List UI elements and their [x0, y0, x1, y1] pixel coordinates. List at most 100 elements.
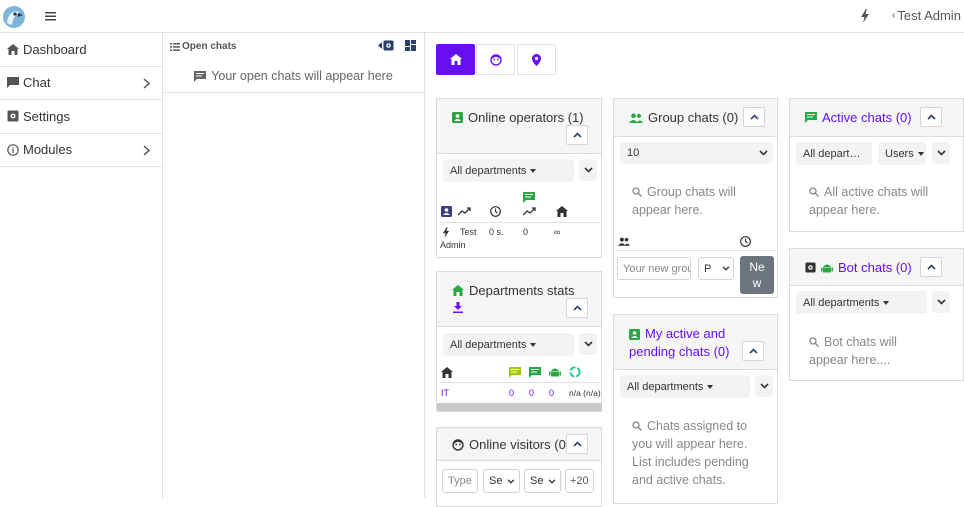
department-select-value: All departments	[627, 380, 704, 393]
department-name[interactable]: IT	[441, 388, 449, 398]
chat-lime-icon	[509, 367, 521, 378]
bolt-icon[interactable]	[860, 9, 870, 23]
bot-chats-title: Bot chats (0)	[838, 260, 912, 275]
menu-toggle-icon[interactable]	[44, 10, 58, 22]
horizontal-scrollbar[interactable]	[437, 403, 602, 411]
group-icon	[629, 113, 643, 123]
top-bar: ‹ Test Admin	[0, 0, 964, 33]
collapse-button[interactable]	[566, 125, 588, 145]
my-active-empty-text-3: List includes pending	[632, 455, 749, 469]
info-icon	[7, 143, 19, 156]
online-visitors-title: Online visitors (0)	[469, 437, 571, 452]
sidebar-item-settings[interactable]: Settings	[0, 100, 162, 134]
online-operators-header: Online operators (1)	[437, 99, 601, 154]
department-select[interactable]: All departments	[620, 375, 750, 398]
list-icon	[170, 42, 180, 51]
new-group-input[interactable]: Your new grou	[617, 257, 691, 280]
collapse-button[interactable]	[743, 107, 765, 127]
visitor-limit-button[interactable]: +20	[565, 469, 594, 493]
users-select[interactable]: Users	[878, 142, 926, 165]
search-icon	[632, 187, 642, 197]
departments-stats-title: Departments stats	[469, 283, 575, 298]
department-select[interactable]: All departments	[796, 291, 927, 314]
bot-chats-empty-text-2: appear here....	[809, 353, 891, 367]
open-chats-empty-text: Your open chats will appear here	[211, 69, 393, 83]
visitor-type-input[interactable]: Type	[442, 469, 478, 493]
user-menu[interactable]: ‹ Test Admin	[892, 8, 961, 23]
tab-map[interactable]	[517, 44, 556, 75]
departments-stats-header: Departments stats	[437, 272, 601, 327]
chat-icon	[7, 77, 19, 89]
new-group-button[interactable]: Ne w	[740, 256, 774, 294]
chevron-down-icon	[759, 150, 768, 156]
open-chats-header: Open chats	[163, 33, 424, 60]
user-name: Test Admin	[897, 8, 961, 23]
active-chats-header: Active chats (0)	[790, 99, 963, 137]
collapse-button[interactable]	[920, 107, 942, 127]
group-chats-title: Group chats (0)	[648, 110, 739, 125]
operator-name-2: Admin	[440, 240, 466, 250]
download-icon[interactable]	[453, 302, 463, 313]
department-filter-toggle[interactable]	[755, 375, 773, 397]
active-filter-toggle[interactable]	[932, 142, 950, 164]
sidebar-item-chat[interactable]: Chat	[0, 67, 162, 100]
chevron-right-icon	[143, 77, 150, 89]
chevron-down-icon	[548, 478, 556, 484]
chevron-up-icon	[572, 132, 582, 138]
my-active-empty: Chats assigned to you will appear here. …	[632, 417, 749, 489]
dashboard-layout-icon[interactable]	[405, 40, 416, 51]
bot-chats-empty-text: Bot chats will	[824, 335, 897, 349]
visitor-filter-select[interactable]: Se	[483, 469, 520, 493]
chevron-right-icon	[143, 144, 150, 156]
sidebar-item-dashboard[interactable]: Dashboard	[0, 33, 162, 67]
collapse-button[interactable]	[566, 298, 588, 318]
chevron-up-icon	[748, 348, 758, 354]
location-pin-icon	[532, 53, 541, 66]
department-select[interactable]: All departments	[443, 333, 574, 356]
department-select[interactable]: All depart…	[796, 142, 872, 165]
search-icon	[809, 187, 819, 197]
home-icon	[556, 206, 568, 217]
online-visitors-card: Online visitors (0) Type Se Se +20	[436, 427, 602, 507]
department-select[interactable]: All departments	[443, 159, 574, 182]
visitor-filter-value: Se	[489, 475, 503, 487]
group-chats-empty: Group chats will appear here.	[632, 183, 736, 219]
sidebar-item-modules[interactable]: Modules	[0, 134, 162, 167]
online-visitors-header: Online visitors (0)	[437, 428, 601, 461]
group-type-select[interactable]: P	[698, 257, 734, 280]
operator-active-chats: 0	[523, 227, 529, 237]
collapse-settings-icon[interactable]	[378, 40, 394, 51]
visitor-sort-select[interactable]: Se	[524, 469, 561, 493]
group-icon	[618, 237, 630, 246]
chevron-down-icon	[936, 150, 946, 156]
trend-icon	[523, 207, 536, 216]
department-filter-toggle[interactable]	[579, 159, 597, 181]
sidebar: Dashboard Chat Settings Modules	[0, 33, 163, 498]
collapse-button[interactable]	[920, 257, 942, 277]
active-chats-empty-text-2: appear here.	[809, 203, 880, 217]
visitor-sort-value: Se	[530, 475, 544, 487]
tab-visitors[interactable]	[476, 44, 515, 75]
home-icon	[7, 43, 19, 55]
collapse-button[interactable]	[566, 434, 588, 454]
bot-filter-toggle[interactable]	[932, 291, 950, 313]
chat-icon	[194, 70, 207, 82]
department-load: n/a (n/a)	[569, 388, 601, 398]
my-active-empty-text-2: you will appear here.	[632, 437, 748, 451]
parrot-logo-icon[interactable]	[2, 5, 26, 29]
sidebar-item-label: Modules	[23, 142, 73, 158]
department-filter-toggle[interactable]	[579, 333, 597, 355]
collapse-button[interactable]	[742, 341, 764, 361]
online-operators-title: Online operators (1)	[468, 110, 584, 125]
group-limit-select[interactable]: 10	[620, 142, 773, 164]
my-active-empty-text: Chats assigned to	[647, 419, 748, 433]
chevron-down-icon	[583, 167, 593, 173]
clock-icon	[490, 206, 501, 217]
android-icon	[549, 366, 561, 378]
active-chats-empty: All active chats will appear here.	[809, 183, 928, 219]
chevron-down-icon	[583, 341, 593, 347]
home-icon	[441, 367, 453, 378]
department-select-value: All depart…	[803, 147, 861, 160]
tab-home[interactable]	[436, 44, 475, 75]
bot-chats-card: Bot chats (0) All departments Bot chats …	[789, 248, 964, 381]
